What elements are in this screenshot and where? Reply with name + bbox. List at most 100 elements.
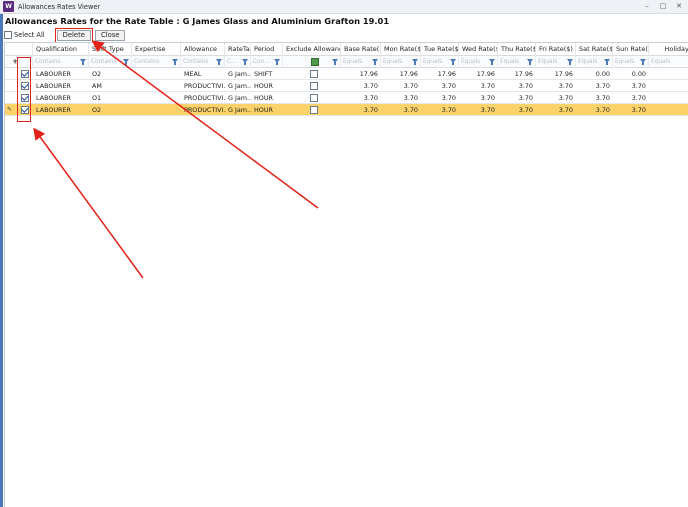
delete-button[interactable]: Delete [54, 27, 93, 43]
header-rate-table[interactable]: RateTa... [225, 43, 251, 56]
cell-base-rate: 17.96 [359, 70, 378, 78]
cell-allowance: PRODUCTIVI... [184, 94, 225, 102]
select-all-label: Select All [14, 31, 45, 39]
filter-funnel-icon[interactable] [332, 59, 338, 65]
cell-thu-rate: 3.70 [518, 94, 533, 102]
cell-mon-rate: 3.70 [403, 106, 418, 114]
header-exclude-allowance[interactable]: Exclude Allowance [283, 43, 341, 56]
close-window-icon[interactable]: ✕ [674, 1, 684, 12]
header-sun-rate[interactable]: Sun Rate($) [613, 43, 649, 56]
filter-period[interactable]: Con... [251, 56, 283, 68]
left-accent-strip [0, 14, 3, 507]
filter-rate-table[interactable]: C... [225, 56, 251, 68]
cell-shift-type: O2 [92, 70, 102, 78]
cell-tue-rate: 3.70 [441, 94, 456, 102]
filter-sun-rate[interactable]: Equals [613, 56, 649, 68]
filter-funnel-icon[interactable] [372, 59, 378, 65]
filter-thu-rate[interactable]: Equals [498, 56, 536, 68]
header-tue-rate[interactable]: Tue Rate($) [421, 43, 459, 56]
cell-thu-rate: 17.96 [514, 70, 533, 78]
cell-period: HOUR [254, 82, 273, 90]
maximize-icon[interactable]: □ [658, 1, 668, 12]
cell-expertise [132, 68, 181, 80]
header-holiday[interactable]: Holiday We [649, 43, 688, 56]
checkbox-filter-icon[interactable] [311, 58, 319, 66]
cell-tue-rate: 3.70 [441, 82, 456, 90]
filter-funnel-icon[interactable] [216, 59, 222, 65]
filter-tue-rate[interactable]: Equals [421, 56, 459, 68]
filter-funnel-icon[interactable] [640, 59, 646, 65]
cell-tue-rate: 17.96 [437, 70, 456, 78]
table-row-selected[interactable]: ✎ LABOURER O2 PRODUCTIVI... G Jam... HOU… [5, 104, 688, 116]
cell-qualification: LABOURER [36, 82, 71, 90]
filter-funnel-icon[interactable] [527, 59, 533, 65]
filter-funnel-icon[interactable] [604, 59, 610, 65]
header-sat-rate[interactable]: Sat Rate($) [576, 43, 613, 56]
cell-period: HOUR [254, 106, 273, 114]
header-period[interactable]: Period [251, 43, 283, 56]
cell-wed-rate: 17.96 [476, 70, 495, 78]
filter-base-rate[interactable]: Equals [341, 56, 381, 68]
filter-funnel-icon[interactable] [172, 59, 178, 65]
cell-sun-rate: 3.70 [631, 106, 646, 114]
filter-qualification[interactable]: Contains [33, 56, 89, 68]
header-allowance[interactable]: Allowance [181, 43, 225, 56]
header-select [5, 43, 33, 56]
filter-funnel-icon[interactable] [450, 59, 456, 65]
filter-mon-rate[interactable]: Equals [381, 56, 421, 68]
header-mon-rate[interactable]: Mon Rate($) [381, 43, 421, 56]
cell-rate-table: G Jam... [228, 70, 251, 78]
cell-base-rate: 3.70 [363, 106, 378, 114]
cell-wed-rate: 3.70 [480, 82, 495, 90]
cell-rate-table: G Jam... [228, 82, 251, 90]
app-logo-icon: W [3, 1, 14, 12]
exclude-allowance-checkbox[interactable] [310, 70, 318, 78]
cell-mon-rate: 3.70 [403, 94, 418, 102]
filter-allowance[interactable]: Contains [181, 56, 225, 68]
header-expertise[interactable]: Expertise [132, 43, 181, 56]
cell-mon-rate: 3.70 [403, 82, 418, 90]
filter-fri-rate[interactable]: Equals [536, 56, 576, 68]
exclude-allowance-checkbox[interactable] [310, 106, 318, 114]
header-base-rate[interactable]: Base Rate($) [341, 43, 381, 56]
column-header-row: Qualification Shift Type Expertise Allow… [5, 43, 688, 56]
cell-sun-rate: 0.00 [631, 70, 646, 78]
page-title: Allowances Rates for the Rate Table : G … [5, 16, 390, 26]
table-row[interactable]: LABOURER O2 MEAL G Jam... SHIFT 17.96 17… [5, 68, 688, 80]
cell-fri-rate: 3.70 [558, 94, 573, 102]
cell-allowance: PRODUCTIVI... [184, 82, 225, 90]
exclude-allowance-checkbox[interactable] [310, 82, 318, 90]
cell-expertise [132, 92, 181, 104]
cell-sat-rate: 3.70 [595, 82, 610, 90]
filter-exclude-allowance[interactable] [283, 56, 341, 68]
cell-allowance: PRODUCTIVI... [184, 106, 225, 114]
filter-funnel-icon[interactable] [242, 59, 248, 65]
select-all-checkbox[interactable] [4, 31, 12, 39]
cell-allowance: MEAL [184, 70, 202, 78]
filter-funnel-icon[interactable] [274, 59, 280, 65]
filter-funnel-icon[interactable] [489, 59, 495, 65]
filter-funnel-icon[interactable] [567, 59, 573, 65]
filter-expertise[interactable]: Contains [132, 56, 181, 68]
header-wed-rate[interactable]: Wed Rate($) [459, 43, 498, 56]
cell-fri-rate: 3.70 [558, 106, 573, 114]
header-fri-rate[interactable]: Fri Rate($) [536, 43, 576, 56]
minimize-icon[interactable]: – [642, 1, 652, 12]
exclude-allowance-checkbox[interactable] [310, 94, 318, 102]
filter-sat-rate[interactable]: Equals [576, 56, 613, 68]
filter-wed-rate[interactable]: Equals [459, 56, 498, 68]
filter-holiday[interactable]: Equals [649, 56, 688, 68]
filter-shift-type[interactable]: Contains [89, 56, 132, 68]
filter-funnel-icon[interactable] [412, 59, 418, 65]
header-qualification[interactable]: Qualification [33, 43, 89, 56]
filter-funnel-icon[interactable] [80, 59, 86, 65]
cell-shift-type: AM [92, 82, 102, 90]
filter-funnel-icon[interactable] [123, 59, 129, 65]
table-row[interactable]: LABOURER AM PRODUCTIVI... G Jam... HOUR … [5, 80, 688, 92]
header-shift-type[interactable]: Shift Type [89, 43, 132, 56]
close-button[interactable]: Close [94, 29, 126, 41]
cell-fri-rate: 17.96 [554, 70, 573, 78]
cell-mon-rate: 17.96 [399, 70, 418, 78]
table-row[interactable]: LABOURER O1 PRODUCTIVI... G Jam... HOUR … [5, 92, 688, 104]
header-thu-rate[interactable]: Thu Rate($) [498, 43, 536, 56]
